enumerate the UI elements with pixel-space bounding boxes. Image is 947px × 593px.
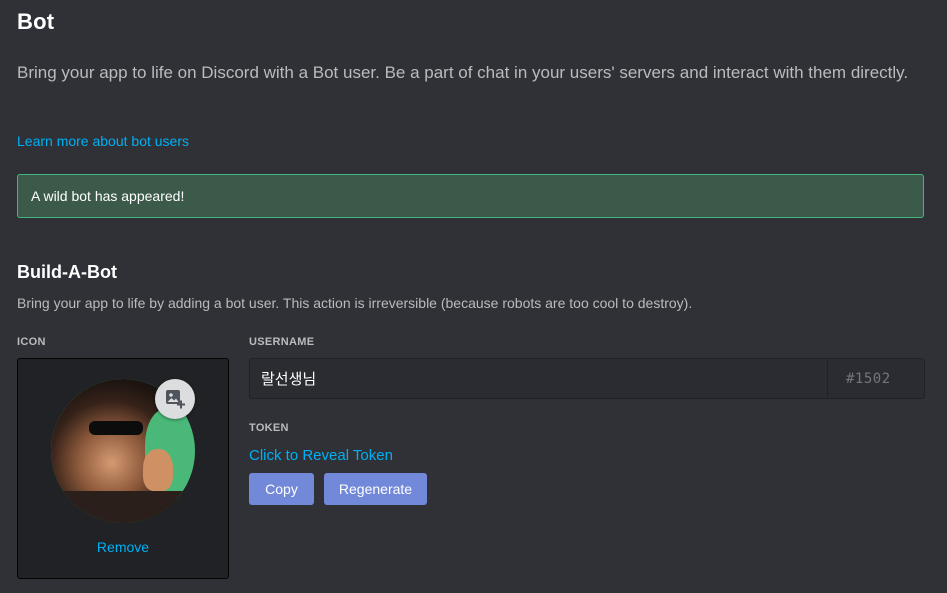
token-label: TOKEN (249, 422, 289, 434)
regenerate-button[interactable]: Regenerate (324, 473, 427, 505)
avatar-sunglasses (89, 421, 143, 435)
section-description: Bring your app to life by adding a bot u… (17, 295, 693, 311)
username-input[interactable]: 랄선생님 #1502 (249, 358, 925, 399)
section-title: Build-A-Bot (17, 262, 117, 282)
username-label: USERNAME (249, 336, 315, 348)
avatar-shirt (51, 491, 195, 523)
avatar-thumb (143, 449, 173, 491)
discriminator: #1502 (827, 359, 924, 398)
page-title: Bot (17, 9, 55, 34)
image-add-icon[interactable] (155, 379, 195, 419)
icon-box: Remove (17, 358, 229, 579)
remove-icon-link[interactable]: Remove (18, 539, 228, 555)
icon-label: ICON (17, 336, 46, 348)
page-description: Bring your app to life on Discord with a… (17, 63, 909, 82)
reveal-token-link[interactable]: Click to Reveal Token (249, 447, 393, 464)
success-banner: A wild bot has appeared! (17, 174, 924, 218)
learn-more-link[interactable]: Learn more about bot users (17, 133, 189, 149)
username-value[interactable]: 랄선생님 (250, 368, 827, 389)
copy-button[interactable]: Copy (249, 473, 314, 505)
